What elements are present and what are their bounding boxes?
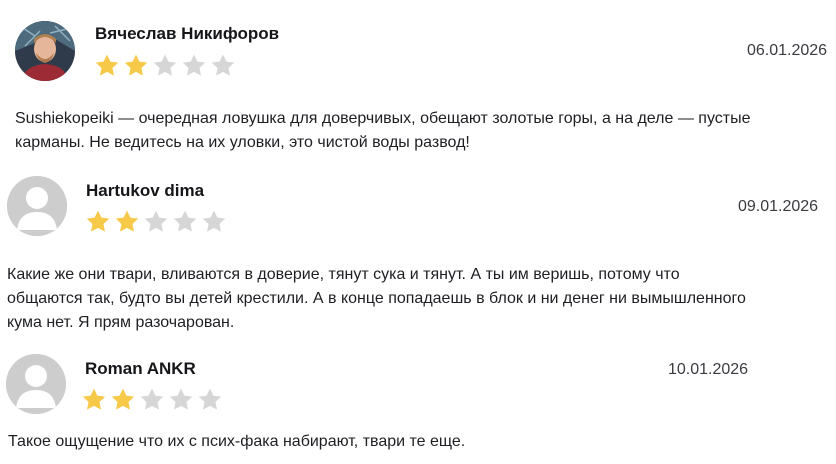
star-empty-icon [167,386,195,414]
author-name: Roman ANKR [85,359,196,378]
star-empty-icon [138,386,166,414]
star-rating [80,386,224,414]
review-date: 10.01.2026 [668,361,749,378]
review-item: Roman ANKR 10.01.2026 Такое ощущение что… [0,0,836,464]
review-text: Такое ощущение что их с псих-фака набира… [8,433,466,450]
user-placeholder-icon [6,354,66,414]
star-filled-icon [80,386,108,414]
star-empty-icon [196,386,224,414]
avatar[interactable] [6,354,66,414]
star-filled-icon [109,386,137,414]
